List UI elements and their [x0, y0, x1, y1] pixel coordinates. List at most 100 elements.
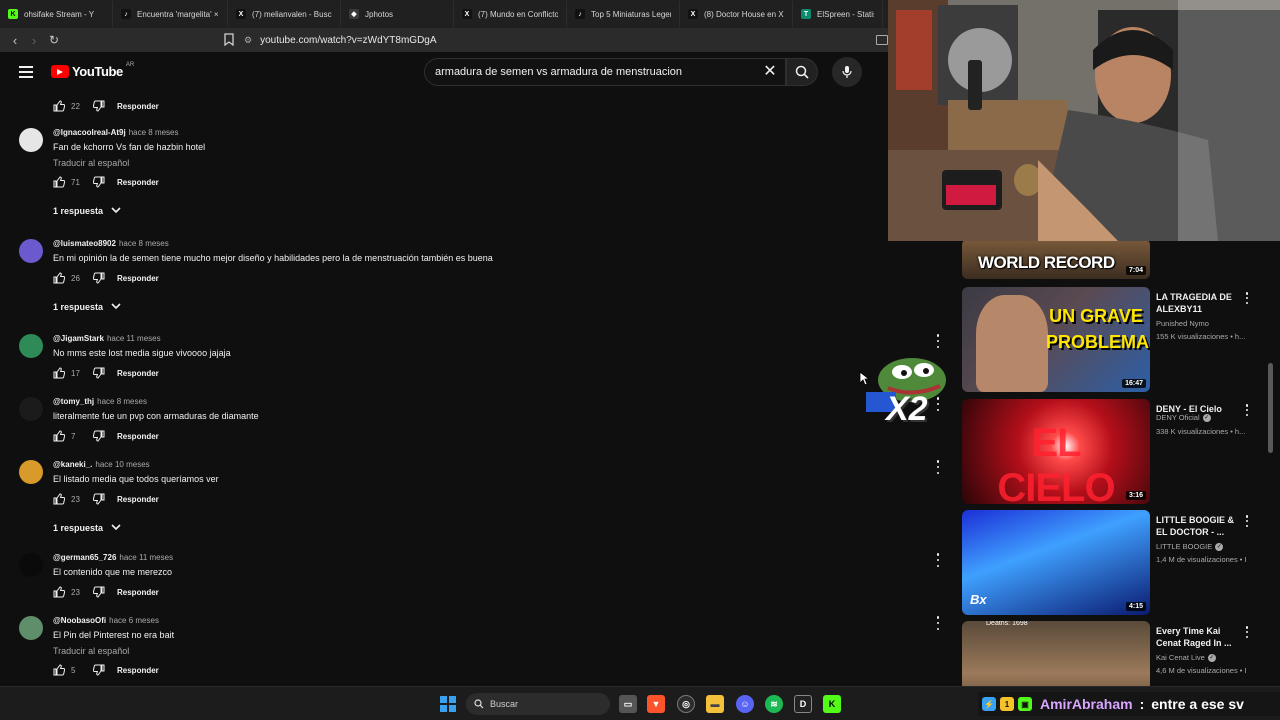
video-options-icon[interactable] — [1244, 292, 1250, 304]
comment-author[interactable]: @luismateo8902 — [53, 239, 116, 248]
reply-button[interactable]: Responder — [117, 588, 159, 597]
avatar[interactable] — [19, 334, 43, 358]
translate-link[interactable]: Traducir al español — [53, 158, 129, 168]
avatar[interactable] — [19, 239, 43, 263]
comment-date[interactable]: hace 8 meses — [129, 128, 179, 137]
channel-name[interactable]: DENY Oficial ✓ — [1156, 413, 1211, 422]
discord-icon[interactable]: ☺ — [736, 695, 754, 713]
dislike-icon[interactable] — [92, 272, 105, 284]
translate-link[interactable]: Traducir al español — [53, 646, 129, 656]
site-info-icon[interactable]: ⚙ — [244, 35, 252, 46]
browser-tab[interactable]: ♪ Top 5 Miniaturas Leger — [567, 1, 680, 27]
kick-app-icon[interactable]: K — [823, 695, 841, 713]
like-icon[interactable] — [53, 100, 66, 112]
comment-options-icon[interactable] — [934, 460, 942, 474]
video-title[interactable]: Every Time Kai Cenat Raged In ... — [1156, 625, 1242, 649]
comment-options-icon[interactable] — [934, 616, 942, 630]
video-thumbnail[interactable]: EL CIELO 3:16 — [962, 399, 1150, 504]
video-options-icon[interactable] — [1244, 626, 1250, 638]
comment-date[interactable]: hace 10 meses — [95, 460, 149, 469]
reload-icon[interactable]: ↻ — [44, 30, 64, 50]
avatar[interactable] — [19, 460, 43, 484]
like-icon[interactable] — [53, 367, 66, 379]
reply-button[interactable]: Responder — [117, 432, 159, 441]
hamburger-menu-icon[interactable] — [19, 66, 33, 78]
reply-button[interactable]: Responder — [117, 274, 159, 283]
forward-icon[interactable]: › — [24, 30, 44, 50]
browser-tab[interactable]: X (7) Mundo en Conflicto — [454, 1, 567, 27]
browser-tab[interactable]: ♪ Encuentra 'margelita' × — [113, 1, 228, 27]
obs-app-icon[interactable]: D — [794, 695, 812, 713]
like-icon[interactable] — [53, 176, 66, 188]
url-field[interactable]: ⚙ youtube.com/watch?v=zWdYT8mGDgA — [244, 31, 884, 49]
browser-tab[interactable]: Kohsifake Stream - Y — [0, 1, 113, 27]
taskbar-search[interactable]: Buscar — [466, 693, 610, 715]
comment-date[interactable]: hace 11 meses — [119, 553, 173, 562]
app-icon[interactable]: ◎ — [677, 695, 695, 713]
reply-button[interactable]: Responder — [117, 495, 159, 504]
video-thumbnail[interactable]: Bx 4:15 — [962, 510, 1150, 615]
clear-search-icon[interactable]: ✕ — [760, 62, 780, 82]
youtube-logo[interactable]: YouTube AR — [51, 62, 134, 79]
avatar[interactable] — [19, 128, 43, 152]
comment-author[interactable]: @german65_726 — [53, 553, 116, 562]
like-icon[interactable] — [53, 493, 66, 505]
comment-author[interactable]: @NoobasoOfi — [53, 616, 106, 625]
dislike-icon[interactable] — [92, 493, 105, 505]
recommendation-item[interactable]: EL CIELO 3:16 DENY - El Cielo DENY Oficial ✓… — [962, 399, 1280, 507]
like-icon[interactable] — [53, 586, 66, 598]
sidebar-scrollbar[interactable] — [1268, 363, 1273, 453]
dislike-icon[interactable] — [92, 367, 105, 379]
replies-toggle[interactable]: 1 respuesta — [53, 302, 121, 312]
comment-date[interactable]: hace 8 meses — [97, 397, 147, 406]
dislike-icon[interactable] — [92, 586, 105, 598]
browser-tab[interactable]: X (7) melianvalen - Busc — [228, 1, 341, 27]
comment-date[interactable]: hace 11 meses — [107, 334, 161, 343]
recommendation-item[interactable]: Deaths: 1698 Every Time Kai Cenat Raged I… — [962, 621, 1280, 686]
video-options-icon[interactable] — [1244, 404, 1250, 416]
comment-author[interactable]: @tomy_thj — [53, 397, 94, 406]
reply-button[interactable]: Responder — [117, 369, 159, 378]
comment-options-icon[interactable] — [934, 334, 942, 348]
spotify-icon[interactable]: ≋ — [765, 695, 783, 713]
channel-name[interactable]: Kai Cenat Live ✓ — [1156, 653, 1216, 662]
video-thumbnail[interactable]: Deaths: 1698 — [962, 621, 1150, 686]
recommendation-item[interactable]: Bx 4:15 LITTLE BOOGIE & EL DOCTOR - ... LIT… — [962, 510, 1280, 618]
replies-toggle[interactable]: 1 respuesta — [53, 206, 121, 216]
video-thumbnail[interactable]: WORLD RECORD 7:04 — [962, 241, 1150, 279]
browser-tab[interactable]: ◆ Jphotos — [341, 1, 454, 27]
reply-button[interactable]: Responder — [117, 666, 159, 675]
comment-author[interactable]: @Ignacoolreal-At9j — [53, 128, 126, 137]
search-button[interactable] — [786, 58, 818, 86]
windows-start-icon[interactable] — [440, 696, 456, 712]
like-icon[interactable] — [53, 664, 66, 676]
voice-search-button[interactable] — [832, 57, 862, 87]
avatar[interactable] — [19, 616, 43, 640]
search-input[interactable]: armadura de semen vs armadura de menstru… — [424, 58, 786, 86]
brave-browser-icon[interactable]: ▼ — [647, 695, 665, 713]
like-icon[interactable] — [53, 430, 66, 442]
video-thumbnail[interactable]: UN GRAVE PROBLEMA 16:47 — [962, 287, 1150, 392]
cast-icon[interactable] — [876, 35, 888, 45]
avatar[interactable] — [19, 397, 43, 421]
recommendation-item[interactable]: UN GRAVE PROBLEMA 16:47 LA TRAGEDIA DE ALE… — [962, 287, 1280, 395]
comment-author[interactable]: @JigamStark — [53, 334, 104, 343]
channel-name[interactable]: Punished Nymo — [1156, 319, 1209, 328]
reply-button[interactable]: Responder — [117, 102, 159, 111]
dislike-icon[interactable] — [92, 430, 105, 442]
back-icon[interactable]: ‹ — [5, 30, 25, 50]
channel-name[interactable]: LITTLE BOOGIE ✓ — [1156, 542, 1224, 551]
bookmark-icon[interactable] — [224, 33, 234, 47]
dislike-icon[interactable] — [92, 176, 105, 188]
replies-toggle[interactable]: 1 respuesta — [53, 523, 121, 533]
browser-tab[interactable]: X (8) Doctor House en X — [680, 1, 793, 27]
file-explorer-icon[interactable]: ▬ — [706, 695, 724, 713]
comment-author[interactable]: @kaneki_. — [53, 460, 92, 469]
comment-date[interactable]: hace 6 meses — [109, 616, 159, 625]
dislike-icon[interactable] — [92, 100, 105, 112]
like-icon[interactable] — [53, 272, 66, 284]
avatar[interactable] — [19, 553, 43, 577]
task-view-icon[interactable]: ▭ — [619, 695, 637, 713]
comment-options-icon[interactable] — [934, 553, 942, 567]
reply-button[interactable]: Responder — [117, 178, 159, 187]
